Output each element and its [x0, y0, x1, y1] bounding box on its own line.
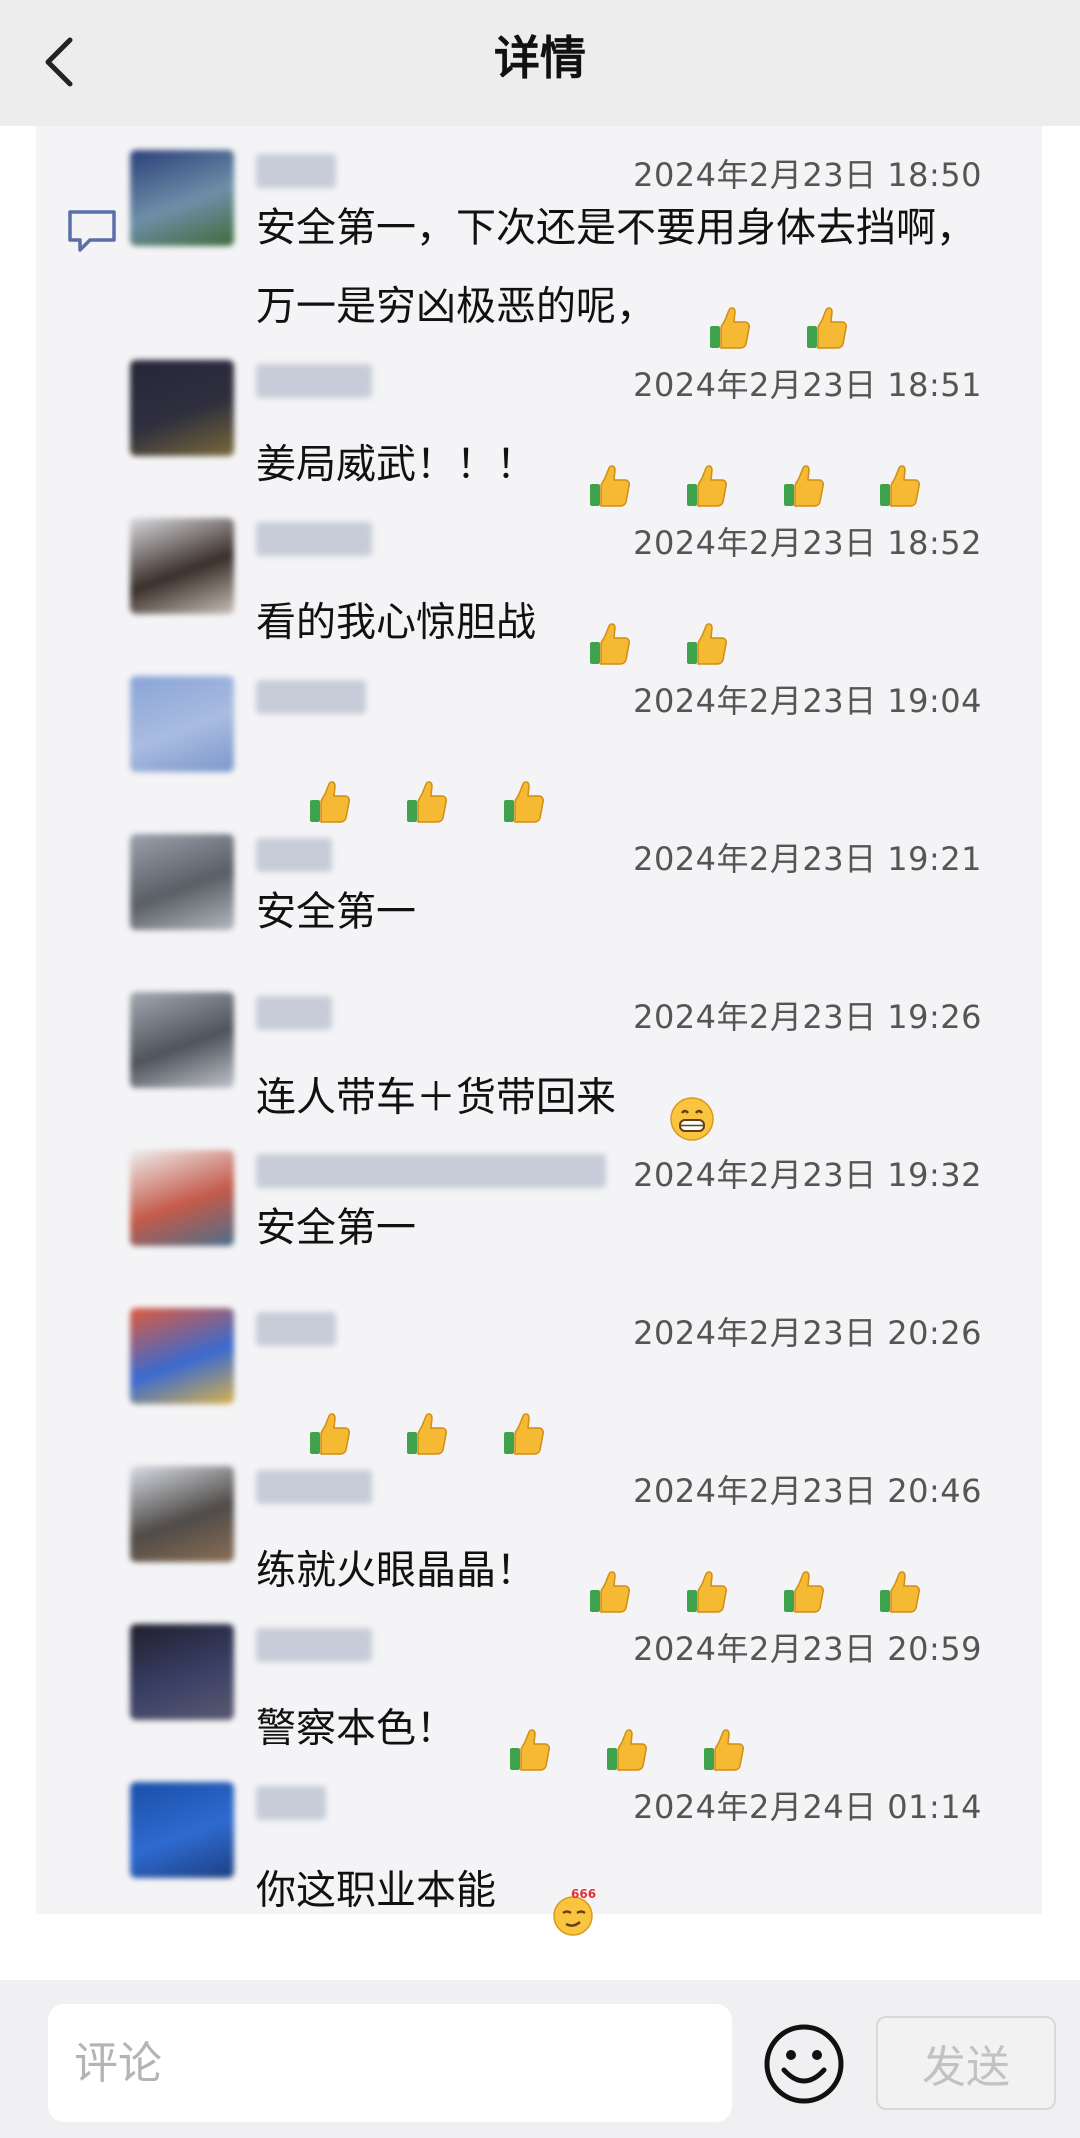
avatar[interactable] — [130, 1624, 234, 1720]
comment-item[interactable]: 2024年2月23日 20:46 练就火眼晶晶！ — [36, 1466, 1042, 1613]
comment-timestamp: 2024年2月24日 01:14 — [633, 1788, 982, 1826]
avatar[interactable] — [130, 360, 234, 456]
comment-text — [256, 728, 996, 837]
grin-emoji-icon — [618, 1044, 715, 1155]
comment-body: 安全第一 — [256, 889, 416, 935]
six-six-six-emoji-icon: 666 — [498, 1834, 599, 1951]
thumbs-up-emoji-icon — [755, 254, 848, 363]
comment-body: 姜局威武！！！ — [256, 441, 536, 488]
comment-item[interactable]: 2024年2月23日 19:04 — [36, 676, 1042, 823]
avatar[interactable] — [130, 150, 234, 246]
comment-item[interactable]: 2024年2月23日 20:59 警察本色！ — [36, 1624, 1042, 1771]
comment-item[interactable]: 2024年2月23日 18:51 姜局威武！！！ — [36, 360, 1042, 507]
comment-timestamp: 2024年2月23日 20:26 — [633, 1314, 982, 1352]
thumbs-up-emoji-icon — [635, 412, 728, 521]
send-button[interactable]: 发送 — [876, 2016, 1056, 2110]
comment-timestamp: 2024年2月23日 19:21 — [633, 840, 982, 878]
thumbs-up-emoji-icon — [652, 1676, 745, 1785]
comment-text: 姜局威武！！！ — [256, 412, 996, 521]
thumbs-up-emoji-icon — [355, 1360, 448, 1469]
avatar[interactable] — [130, 518, 234, 614]
comment-text: 练就火眼晶晶！ — [256, 1518, 996, 1627]
page-title: 详情 — [494, 31, 586, 85]
comment-text — [256, 1360, 996, 1469]
thumbs-up-emoji-icon — [452, 1360, 545, 1469]
blurred-username[interactable] — [256, 1470, 372, 1504]
blurred-username[interactable] — [256, 838, 332, 872]
blurred-username[interactable] — [256, 1786, 326, 1820]
comment-timestamp: 2024年2月23日 19:04 — [633, 682, 982, 720]
thumbs-up-emoji-icon — [452, 728, 545, 837]
comment-timestamp: 2024年2月23日 19:32 — [633, 1156, 982, 1194]
avatar[interactable] — [130, 992, 234, 1088]
comment-list[interactable]: 2024年2月23日 18:50 安全第一，下次还是不要用身体去挡啊，万一是穷凶极… — [36, 126, 1042, 1936]
comment-item[interactable]: 2024年2月23日 18:52 看的我心惊胆战 — [36, 518, 1042, 665]
thumbs-up-emoji-icon — [732, 1518, 825, 1627]
emoji-button[interactable] — [762, 2022, 846, 2106]
blurred-username[interactable] — [256, 1154, 606, 1188]
comment-timestamp: 2024年2月23日 19:26 — [633, 998, 982, 1036]
comment-item[interactable]: 2024年2月23日 19:26 连人带车＋货带回来 — [36, 992, 1042, 1141]
comment-text: 你这职业本能 666 — [256, 1834, 996, 1951]
comment-text: 安全第一，下次还是不要用身体去挡啊，万一是穷凶极恶的呢， — [256, 202, 996, 363]
comment-body: 安全第一 — [256, 1205, 416, 1251]
avatar[interactable] — [130, 1308, 234, 1404]
avatar[interactable] — [130, 1782, 234, 1878]
avatar[interactable] — [130, 676, 234, 772]
comment-text: 安全第一 — [256, 886, 996, 938]
comment-item[interactable]: 2024年2月23日 19:21 安全第一 — [36, 834, 1042, 974]
blurred-username[interactable] — [256, 996, 332, 1030]
comment-item[interactable]: 2024年2月23日 20:26 — [36, 1308, 1042, 1455]
comment-input[interactable] — [48, 2004, 732, 2122]
blurred-username[interactable] — [256, 154, 336, 188]
thumbs-up-emoji-icon — [732, 412, 825, 521]
avatar[interactable] — [130, 834, 234, 930]
thumbs-up-emoji-icon — [538, 1518, 631, 1627]
thumbs-up-emoji-icon — [258, 728, 351, 837]
thumbs-up-emoji-icon — [658, 254, 751, 363]
comment-timestamp: 2024年2月23日 18:51 — [633, 366, 982, 404]
thumbs-up-emoji-icon — [538, 570, 631, 679]
thumbs-up-emoji-icon — [829, 412, 922, 521]
blurred-username[interactable] — [256, 680, 366, 714]
comment-text: 安全第一 — [256, 1202, 996, 1254]
thumbs-up-emoji-icon — [829, 1518, 922, 1627]
comment-item[interactable]: 2024年2月24日 01:14 你这职业本能 666 — [36, 1782, 1042, 1936]
thumbs-up-emoji-icon — [355, 728, 448, 837]
blurred-username[interactable] — [256, 1628, 372, 1662]
comment-text: 警察本色！ — [256, 1676, 996, 1785]
comment-body: 练就火眼晶晶！ — [256, 1547, 536, 1594]
thumbs-up-emoji-icon — [555, 1676, 648, 1785]
blurred-username[interactable] — [256, 364, 372, 398]
thumbs-up-emoji-icon — [635, 1518, 728, 1627]
avatar[interactable] — [130, 1150, 234, 1246]
comment-text: 连人带车＋货带回来 — [256, 1044, 996, 1155]
blurred-username[interactable] — [256, 522, 372, 556]
comment-item[interactable]: 2024年2月23日 19:32 安全第一 — [36, 1150, 1042, 1290]
blurred-username[interactable] — [256, 1312, 336, 1346]
comment-timestamp: 2024年2月23日 18:52 — [633, 524, 982, 562]
top-bar: 详情 — [0, 0, 1080, 126]
thumbs-up-emoji-icon — [538, 412, 631, 521]
avatar[interactable] — [130, 1466, 234, 1562]
comment-timestamp: 2024年2月23日 20:59 — [633, 1630, 982, 1668]
comment-body: 看的我心惊胆战 — [256, 599, 536, 646]
thumbs-up-emoji-icon — [635, 570, 728, 679]
comment-body: 连人带车＋货带回来 — [256, 1074, 616, 1121]
comment-text: 看的我心惊胆战 — [256, 570, 996, 679]
svg-text:666: 666 — [571, 1887, 596, 1901]
comment-body: 你这职业本能 — [256, 1867, 496, 1914]
comment-timestamp: 2024年2月23日 18:50 — [633, 156, 982, 194]
thumbs-up-emoji-icon — [258, 1360, 351, 1469]
comment-body: 安全第一，下次还是不要用身体去挡啊，万一是穷凶极恶的呢， — [256, 205, 976, 330]
comment-body: 警察本色！ — [256, 1705, 456, 1752]
comment-item[interactable]: 2024年2月23日 18:50 安全第一，下次还是不要用身体去挡啊，万一是穷凶极… — [36, 150, 1042, 349]
thumbs-up-emoji-icon — [458, 1676, 551, 1785]
smiley-face-icon — [764, 2024, 844, 2104]
comment-timestamp: 2024年2月23日 20:46 — [633, 1472, 982, 1510]
